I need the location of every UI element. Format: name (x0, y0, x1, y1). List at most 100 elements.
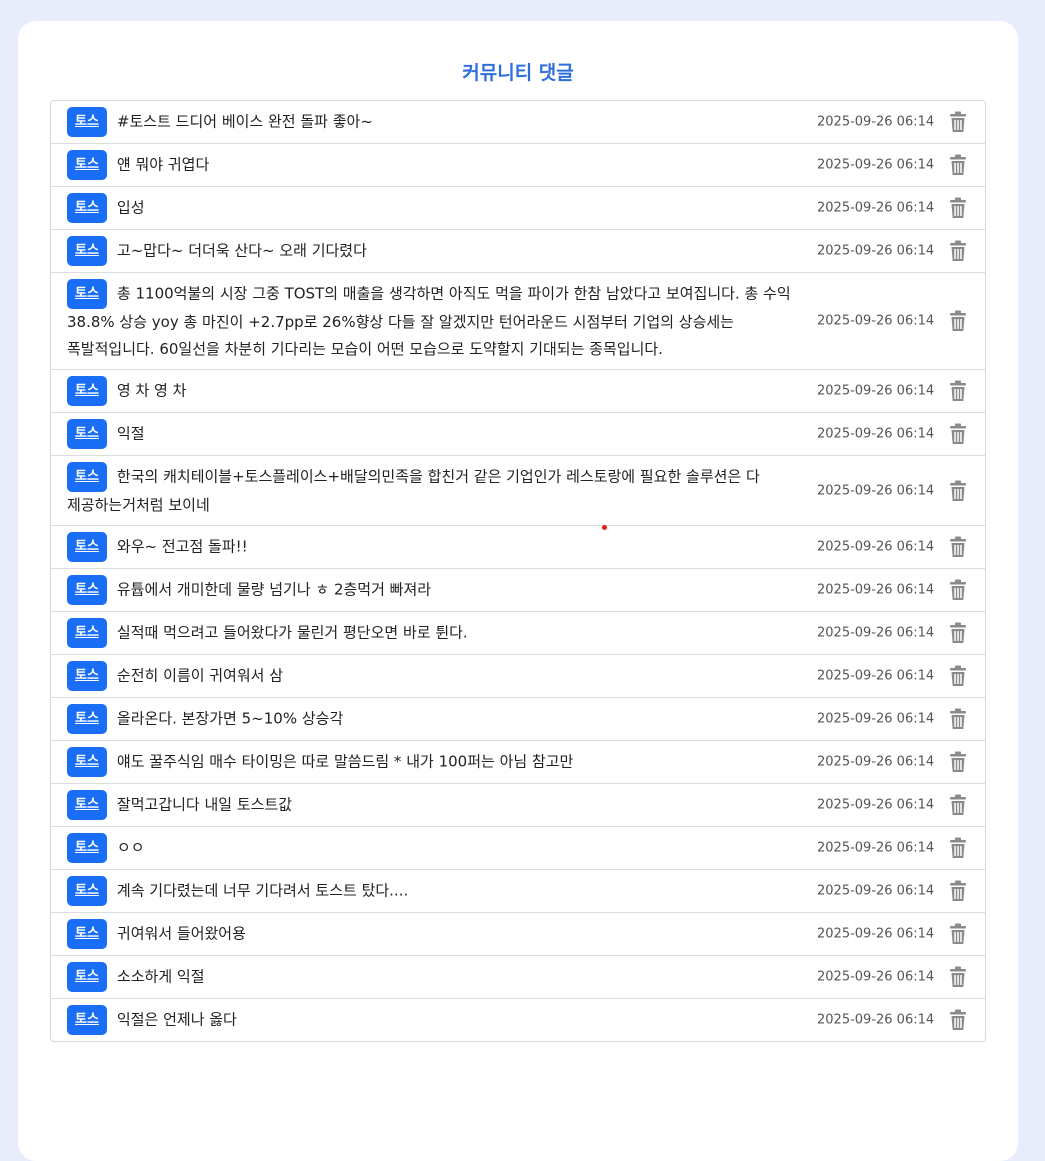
comment-timestamp: 2025-09-26 06:14 (817, 157, 935, 173)
comment-row: 토스 계속 기다렸는데 너무 기다려서 토스트 탔다.... 2025-09-26 … (51, 870, 985, 913)
author-badge[interactable]: 토스 (67, 150, 107, 180)
comment-timestamp: 2025-09-26 06:14 (817, 426, 935, 442)
trash-icon[interactable] (948, 665, 968, 687)
author-badge[interactable]: 토스 (67, 704, 107, 734)
comment-content: 토스 올라온다. 본장가면 5~10% 상승각 (51, 698, 807, 740)
comment-text: 입성 (116, 198, 145, 217)
comment-text: 와우~ 전고점 돌파!! (116, 537, 248, 556)
trash-icon[interactable] (948, 880, 968, 902)
comment-text: 계속 기다렸는데 너무 기다려서 토스트 탔다.... (116, 881, 409, 900)
comments-card: 커뮤니티 댓글 토스 #토스트 드디어 베이스 완전 돌파 좋아~ 2025-09-… (18, 21, 1018, 1161)
author-badge[interactable]: 토스 (67, 747, 107, 777)
trash-icon[interactable] (948, 154, 968, 176)
trash-icon[interactable] (948, 111, 968, 133)
comment-timestamp: 2025-09-26 06:14 (817, 625, 935, 641)
comment-text: 순전히 이름이 귀여워서 삼 (116, 666, 284, 685)
comment-content: 토스 얜 뭐야 귀엽다 (51, 144, 807, 186)
trash-icon[interactable] (948, 966, 968, 988)
comment-row: 토스 올라온다. 본장가면 5~10% 상승각 2025-09-26 06:14 (51, 698, 985, 741)
author-badge[interactable]: 토스 (67, 790, 107, 820)
comment-content: 토스 총 1100억불의 시장 그중 TOST의 매출을 생각하면 아직도 먹을 … (51, 273, 807, 369)
trash-icon[interactable] (948, 197, 968, 219)
comment-row: 토스 영 차 영 차 2025-09-26 06:14 (51, 370, 985, 413)
comment-text: 실적때 먹으려고 들어왔다가 물린거 평단오면 바로 튄다. (116, 623, 468, 642)
comment-timestamp: 2025-09-26 06:14 (817, 969, 935, 985)
trash-icon[interactable] (948, 579, 968, 601)
comment-content: 토스 익절은 언제나 옳다 (51, 999, 807, 1041)
comment-row: 토스 익절은 언제나 옳다 2025-09-26 06:14 (51, 999, 985, 1041)
author-badge[interactable]: 토스 (67, 376, 107, 406)
author-badge[interactable]: 토스 (67, 833, 107, 863)
author-badge[interactable]: 토스 (67, 962, 107, 992)
author-badge[interactable]: 토스 (67, 661, 107, 691)
cursor-dot (602, 525, 607, 530)
author-badge[interactable]: 토스 (67, 419, 107, 449)
comment-content: 토스 영 차 영 차 (51, 370, 807, 412)
comment-content: 토스 ㅇㅇ (51, 827, 807, 869)
comment-content: 토스 얘도 꿀주식임 매수 타이밍은 따로 말씀드림 * 내가 100퍼는 아님 … (51, 741, 807, 783)
author-badge[interactable]: 토스 (67, 618, 107, 648)
comment-row: 토스 얜 뭐야 귀엽다 2025-09-26 06:14 (51, 144, 985, 187)
trash-icon[interactable] (948, 380, 968, 402)
author-badge[interactable]: 토스 (67, 1005, 107, 1035)
trash-icon[interactable] (948, 1009, 968, 1031)
comment-timestamp: 2025-09-26 06:14 (817, 539, 935, 555)
comment-timestamp: 2025-09-26 06:14 (817, 313, 935, 329)
comment-row: 토스 얘도 꿀주식임 매수 타이밍은 따로 말씀드림 * 내가 100퍼는 아님 … (51, 741, 985, 784)
comment-timestamp: 2025-09-26 06:14 (817, 383, 935, 399)
author-badge[interactable]: 토스 (67, 279, 107, 309)
comment-timestamp: 2025-09-26 06:14 (817, 840, 935, 856)
author-badge[interactable]: 토스 (67, 462, 107, 492)
comment-text: 한국의 캐치테이블+토스플레이스+배달의민족을 합친거 같은 기업인가 레스토랑… (67, 467, 760, 515)
comment-timestamp: 2025-09-26 06:14 (817, 200, 935, 216)
author-badge[interactable]: 토스 (67, 575, 107, 605)
comment-timestamp: 2025-09-26 06:14 (817, 668, 935, 684)
comment-row: 토스 총 1100억불의 시장 그중 TOST의 매출을 생각하면 아직도 먹을 … (51, 273, 985, 370)
trash-icon[interactable] (948, 923, 968, 945)
comment-list: 토스 #토스트 드디어 베이스 완전 돌파 좋아~ 2025-09-26 06:14… (50, 100, 986, 1042)
trash-icon[interactable] (948, 708, 968, 730)
comment-timestamp: 2025-09-26 06:14 (817, 883, 935, 899)
comment-content: 토스 실적때 먹으려고 들어왔다가 물린거 평단오면 바로 튄다. (51, 612, 807, 654)
comment-text: 잘먹고갑니다 내일 토스트값 (116, 795, 293, 814)
comment-text: 총 1100억불의 시장 그중 TOST의 매출을 생각하면 아직도 먹을 파이… (67, 284, 791, 359)
trash-icon[interactable] (948, 837, 968, 859)
comment-content: 토스 계속 기다렸는데 너무 기다려서 토스트 탔다.... (51, 870, 807, 912)
comment-content: 토스 유튭에서 개미한데 물량 넘기나 ㅎ 2층먹거 빠져라 (51, 569, 807, 611)
comment-text: #토스트 드디어 베이스 완전 돌파 좋아~ (116, 112, 373, 131)
author-badge[interactable]: 토스 (67, 107, 107, 137)
author-badge[interactable]: 토스 (67, 876, 107, 906)
trash-icon[interactable] (948, 310, 968, 332)
comment-content: 토스 귀여워서 들어왔어용 (51, 913, 807, 955)
comment-row: 토스 한국의 캐치테이블+토스플레이스+배달의민족을 합친거 같은 기업인가 레스… (51, 456, 985, 526)
author-badge[interactable]: 토스 (67, 532, 107, 562)
comment-content: 토스 #토스트 드디어 베이스 완전 돌파 좋아~ (51, 101, 807, 143)
comment-timestamp: 2025-09-26 06:14 (817, 243, 935, 259)
comment-timestamp: 2025-09-26 06:14 (817, 1012, 935, 1028)
trash-icon[interactable] (948, 240, 968, 262)
comment-content: 토스 소소하게 익절 (51, 956, 807, 998)
author-badge[interactable]: 토스 (67, 919, 107, 949)
trash-icon[interactable] (948, 751, 968, 773)
comment-row: 토스 ㅇㅇ 2025-09-26 06:14 (51, 827, 985, 870)
comment-row: 토스 순전히 이름이 귀여워서 삼 2025-09-26 06:14 (51, 655, 985, 698)
comment-row: 토스 소소하게 익절 2025-09-26 06:14 (51, 956, 985, 999)
comment-content: 토스 익절 (51, 413, 807, 455)
trash-icon[interactable] (948, 794, 968, 816)
comment-row: 토스 익절 2025-09-26 06:14 (51, 413, 985, 456)
author-badge[interactable]: 토스 (67, 193, 107, 223)
comment-row: 토스 고~맙다~ 더더욱 산다~ 오래 기다렸다 2025-09-26 06:14 (51, 230, 985, 273)
comment-text: 익절 (116, 424, 145, 443)
author-badge[interactable]: 토스 (67, 236, 107, 266)
comment-text: 얜 뭐야 귀엽다 (116, 155, 210, 174)
page-title: 커뮤니티 댓글 (462, 62, 574, 84)
comment-content: 토스 순전히 이름이 귀여워서 삼 (51, 655, 807, 697)
comment-timestamp: 2025-09-26 06:14 (817, 926, 935, 942)
comment-content: 토스 한국의 캐치테이블+토스플레이스+배달의민족을 합친거 같은 기업인가 레스… (51, 456, 807, 525)
trash-icon[interactable] (948, 536, 968, 558)
trash-icon[interactable] (948, 622, 968, 644)
trash-icon[interactable] (948, 423, 968, 445)
comment-text: 유튭에서 개미한데 물량 넘기나 ㅎ 2층먹거 빠져라 (116, 580, 432, 599)
trash-icon[interactable] (948, 480, 968, 502)
comment-timestamp: 2025-09-26 06:14 (817, 711, 935, 727)
